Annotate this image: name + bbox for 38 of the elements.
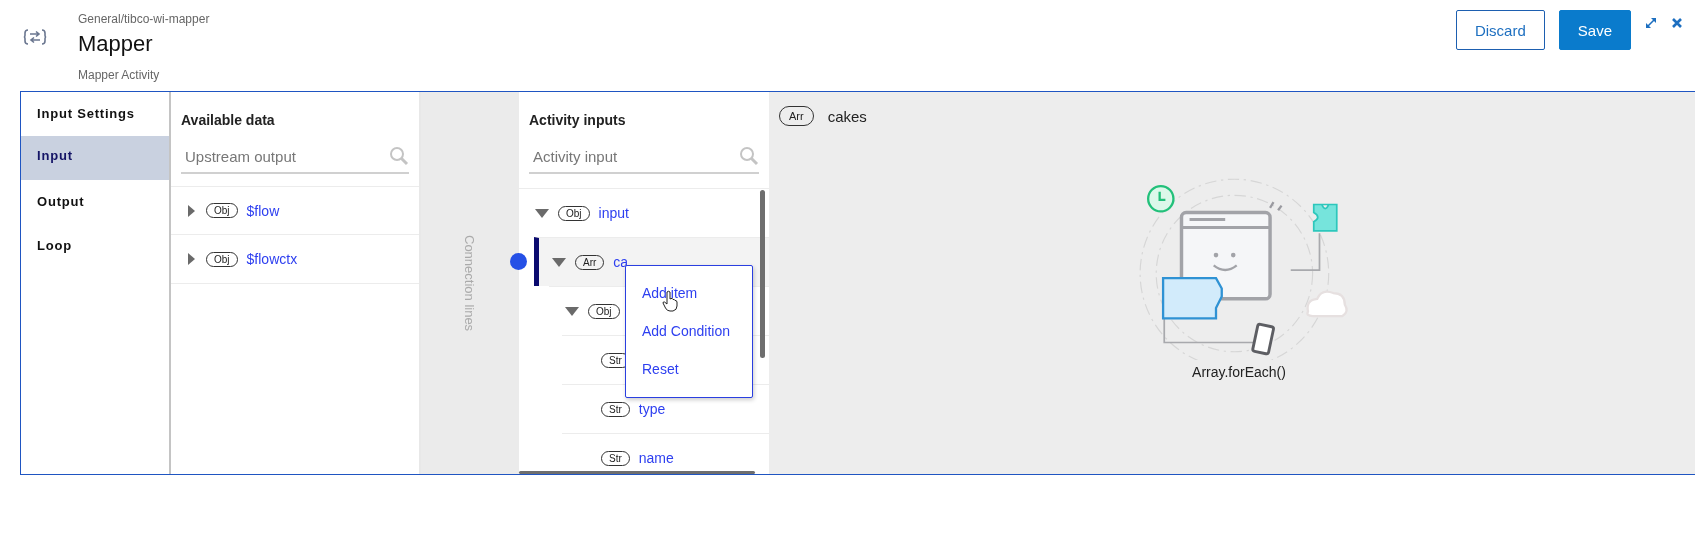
connection-dot[interactable] [510, 253, 527, 270]
expand-arrow-icon[interactable] [187, 204, 197, 217]
collapse-arrow-icon[interactable] [535, 208, 549, 218]
expand-icon[interactable] [1645, 17, 1657, 29]
expand-arrow-icon[interactable] [187, 253, 197, 265]
search-field[interactable]: Upstream output [181, 146, 389, 166]
panel-title: Available data [180, 111, 276, 128]
scrollbar[interactable] [519, 471, 755, 474]
field-name: type [638, 401, 666, 417]
tree-row[interactable]: Obj $flowctx [171, 235, 419, 284]
menu-item[interactable]: Add Condition [626, 312, 752, 350]
field-name: cakes [827, 107, 867, 125]
breadcrumb: General/tibco-wi-mapper [78, 12, 210, 26]
scrollbar[interactable] [760, 190, 765, 358]
search-icon [389, 146, 409, 166]
tree-row[interactable]: Obj $flow [171, 186, 419, 235]
save-button[interactable]: Save [1558, 10, 1631, 50]
page-title: Mapper [78, 31, 154, 57]
mapper-icon [23, 28, 47, 46]
sidebar-tab[interactable]: Input [21, 136, 169, 180]
field-name: name [638, 450, 674, 466]
activity-subtitle: Mapper Activity [78, 68, 161, 82]
close-icon[interactable] [1671, 17, 1683, 29]
sidebar-tab[interactable]: Loop [21, 224, 169, 268]
collapse-arrow-icon[interactable] [552, 257, 566, 267]
connection-lines-label: Connection lines [461, 234, 477, 332]
field-name: input [598, 205, 629, 221]
sidebar-tab[interactable]: Input Settings [21, 92, 169, 136]
panel-title: Activity inputs [528, 111, 627, 128]
field-name: ca [613, 254, 629, 270]
collapse-arrow-icon[interactable] [565, 306, 579, 316]
illustration-caption: Array.forEach() [1192, 364, 1286, 380]
search-icon [739, 146, 759, 166]
field-name: $flowctx [246, 251, 298, 267]
discard-button[interactable]: Discard [1455, 10, 1545, 50]
search-field[interactable]: Activity input [529, 146, 739, 166]
field-name: $flow [246, 202, 280, 219]
sidebar-tab[interactable]: Output [21, 180, 169, 224]
